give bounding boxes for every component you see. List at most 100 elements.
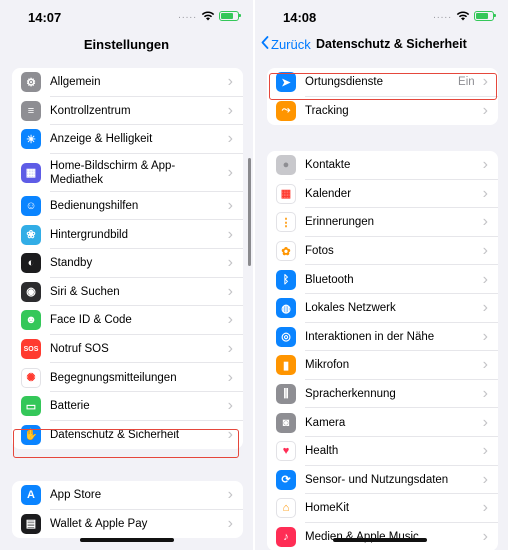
row-health[interactable]: ♥ Health › xyxy=(267,437,498,466)
cellular-signal-icon: ..... xyxy=(178,10,197,21)
row-homekit[interactable]: ⌂ HomeKit › xyxy=(267,494,498,523)
row-label: Face ID & Code xyxy=(50,314,132,327)
scroll-indicator[interactable] xyxy=(248,158,251,266)
chevron-right-icon: › xyxy=(482,442,488,460)
accessibility-icon: ☺ xyxy=(21,196,41,217)
row-label: Erinnerungen xyxy=(305,216,375,229)
chevron-right-icon: › xyxy=(227,397,233,415)
row-label: Spracherkennung xyxy=(305,388,396,401)
row-face-id-code[interactable]: ☻ Face ID & Code › xyxy=(12,306,243,335)
settings-list-apps: A App Store › ▤ Wallet & Apple Pay › xyxy=(12,481,243,539)
settings-screen: 14:07 ..... Einstellungen ⚙ Allgemein › ≡ Ko… xyxy=(0,0,253,550)
privacy-top-list: ➤ Ortungsdienste Ein › ⤳ Tracking › xyxy=(267,68,498,126)
chevron-right-icon: › xyxy=(482,413,488,431)
row-standby[interactable]: ◐ Standby › xyxy=(12,249,243,278)
row-label: Hintergrundbild xyxy=(50,228,128,241)
photos-icon: ✿ xyxy=(276,241,296,262)
microphone-icon: ▮ xyxy=(276,355,296,376)
row-lokales-netzwerk[interactable]: ◍ Lokales Netzwerk › xyxy=(267,294,498,323)
row-label: Allgemein xyxy=(50,76,101,89)
row-app-store[interactable]: A App Store › xyxy=(12,481,243,510)
chevron-right-icon: › xyxy=(482,156,488,174)
row-kalender[interactable]: ▦ Kalender › xyxy=(267,180,498,209)
row-hintergrundbild[interactable]: ❀ Hintergrundbild › xyxy=(12,220,243,249)
row-ortungsdienste[interactable]: ➤ Ortungsdienste Ein › xyxy=(267,68,498,97)
row-label: Batterie xyxy=(50,400,90,413)
row-anzeige-helligkeit[interactable]: ☀ Anzeige & Helligkeit › xyxy=(12,125,243,154)
row-tracking[interactable]: ⤳ Tracking › xyxy=(267,97,498,126)
music-icon: ♪ xyxy=(276,527,296,548)
row-notruf-sos[interactable]: SOS Notruf SOS › xyxy=(12,335,243,364)
chevron-right-icon: › xyxy=(227,130,233,148)
privacy-permissions-list: ● Kontakte › ▦ Kalender › ⋮ Erinnerungen › ✿ Fotos… xyxy=(267,151,498,550)
sensor-icon: ⟳ xyxy=(276,469,296,490)
row-label: App Store xyxy=(50,489,102,502)
row-bedienungshilfen[interactable]: ☺ Bedienungshilfen › xyxy=(12,192,243,221)
row-label: Sensor- und Nutzungsdaten xyxy=(305,473,449,486)
location-arrow-icon: ➤ xyxy=(276,72,296,93)
row-spracherkennung[interactable]: ⫼ Spracherkennung › xyxy=(267,380,498,409)
row-erinnerungen[interactable]: ⋮ Erinnerungen › xyxy=(267,208,498,237)
chevron-right-icon: › xyxy=(227,486,233,504)
settings-list: ⚙ Allgemein › ≡ Kontrollzentrum › ☀ Anzeige & H… xyxy=(12,68,243,450)
chevron-right-icon: › xyxy=(482,101,488,119)
row-label: Bedienungshilfen xyxy=(50,200,139,213)
row-batterie[interactable]: ▭ Batterie › xyxy=(12,392,243,421)
row-label: Standby xyxy=(50,257,93,270)
battery-icon: ▭ xyxy=(21,396,41,417)
row-kontakte[interactable]: ● Kontakte › xyxy=(267,151,498,180)
sun-icon: ☀ xyxy=(21,129,41,150)
back-button[interactable]: Zurück xyxy=(261,36,311,52)
row-value: Ein xyxy=(458,76,475,89)
row-begegnungsmitteilungen[interactable]: ✺ Begegnungsmitteilungen › xyxy=(12,363,243,392)
status-time: 14:08 xyxy=(283,10,317,25)
home-indicator[interactable] xyxy=(333,538,427,542)
gear-icon: ⚙ xyxy=(21,72,41,93)
back-label: Zurück xyxy=(271,36,311,52)
row-label: Kamera xyxy=(305,416,346,429)
home-icon: ⌂ xyxy=(276,498,296,519)
chevron-right-icon: › xyxy=(482,528,488,546)
page-title: Datenschutz & Sicherheit xyxy=(316,37,467,51)
home-indicator[interactable] xyxy=(80,538,174,542)
chevron-right-icon: › xyxy=(227,163,233,181)
row-medien-apple-music[interactable]: ♪Medien & Apple Music› xyxy=(267,523,498,550)
row-label: HomeKit xyxy=(305,502,350,515)
row-label: Fotos xyxy=(305,245,334,258)
row-label: Tracking xyxy=(305,104,349,117)
face-id-icon: ☻ xyxy=(21,310,41,331)
row-label: Interaktionen in der Nähe xyxy=(305,330,435,343)
row-allgemein[interactable]: ⚙ Allgemein › xyxy=(12,68,243,97)
row-interaktionen-in-der-n-he[interactable]: ◎ Interaktionen in der Nähe › xyxy=(267,323,498,352)
row-kontrollzentrum[interactable]: ≡ Kontrollzentrum › xyxy=(12,97,243,126)
row-mikrofon[interactable]: ▮ Mikrofon › xyxy=(267,351,498,380)
calendar-icon: ▦ xyxy=(276,183,296,204)
tracking-icon: ⤳ xyxy=(276,100,296,121)
row-kamera[interactable]: ◙ Kamera › xyxy=(267,408,498,437)
chevron-right-icon: › xyxy=(482,385,488,403)
standby-icon: ◐ xyxy=(21,253,41,274)
wifi-icon xyxy=(456,11,470,21)
siri-icon: ◉ xyxy=(21,281,41,302)
toggles-icon: ≡ xyxy=(21,100,41,121)
chevron-right-icon: › xyxy=(227,282,233,300)
row-siri-suchen[interactable]: ◉ Siri & Suchen › xyxy=(12,278,243,307)
row-label: Ortungsdienste xyxy=(305,76,383,89)
chevron-right-icon: › xyxy=(482,327,488,345)
row-datenschutz-sicherheit[interactable]: ✋ Datenschutz & Sicherheit › xyxy=(12,421,243,450)
row-label: Lokales Netzwerk xyxy=(305,302,396,315)
row-home-bildschirm-app-mediathek[interactable]: ▦ Home-Bildschirm & App-Mediathek › xyxy=(12,154,243,192)
row-label: Kontakte xyxy=(305,159,351,172)
chevron-right-icon: › xyxy=(227,340,233,358)
row-wallet-apple-pay[interactable]: ▤ Wallet & Apple Pay › xyxy=(12,510,243,539)
chevron-right-icon: › xyxy=(482,499,488,517)
contacts-icon: ● xyxy=(276,155,296,176)
chevron-right-icon: › xyxy=(482,213,488,231)
row-fotos[interactable]: ✿ Fotos › xyxy=(267,237,498,266)
wifi-icon xyxy=(201,11,215,21)
row-label: Kalender xyxy=(305,187,352,200)
row-label: Begegnungsmitteilungen xyxy=(50,371,177,384)
row-sensor-und-nutzungsdaten[interactable]: ⟳ Sensor- und Nutzungsdaten › xyxy=(267,466,498,495)
row-bluetooth[interactable]: ᛒ Bluetooth › xyxy=(267,265,498,294)
nearby-icon: ◎ xyxy=(276,326,296,347)
